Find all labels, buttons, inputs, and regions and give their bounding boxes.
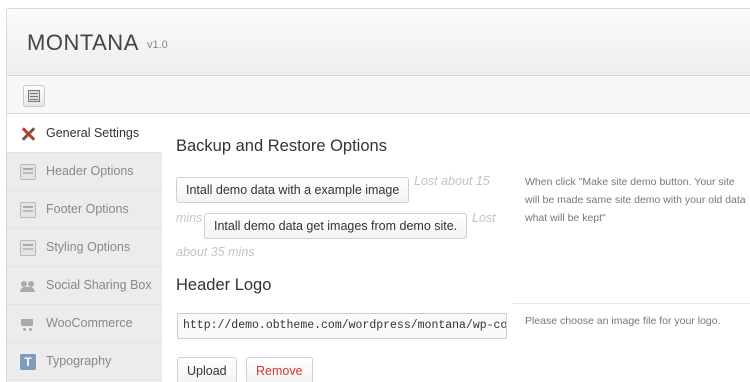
time-hint: about 35 mins — [176, 245, 255, 259]
sidebar-item-woocommerce[interactable]: WooCommerce — [7, 305, 162, 343]
sidebar-item-general-settings[interactable]: General Settings — [7, 115, 163, 153]
tools-icon — [20, 126, 36, 142]
toolbar-button[interactable] — [23, 85, 45, 107]
cart-icon — [20, 316, 36, 332]
sidebar-item-styling-options[interactable]: Styling Options — [7, 229, 162, 267]
people-icon — [20, 278, 36, 294]
app-title: MONTANA — [27, 30, 139, 55]
sidebar-item-label: Styling Options — [46, 240, 131, 254]
typography-icon: T — [20, 354, 36, 370]
header-icon — [20, 164, 36, 180]
backup-description: When click "Make site demo button. Your … — [525, 176, 746, 224]
main-content: Backup and Restore Options Lost about 15… — [163, 115, 750, 382]
sidebar-item-footer-options[interactable]: Footer Options — [7, 191, 162, 229]
toolbar — [7, 77, 750, 114]
sidebar-item-label: Footer Options — [46, 202, 129, 216]
sidebar-item-label: Header Options — [46, 164, 134, 178]
panel-header: MONTANA v1.0 — [7, 9, 750, 76]
backup-section-title: Backup and Restore Options — [176, 137, 387, 155]
sidebar-item-label: Social Sharing Box — [46, 278, 152, 292]
divider — [513, 303, 750, 304]
app-version: v1.0 — [147, 39, 168, 51]
footer-icon — [20, 202, 36, 218]
sidebar-item-label: WooCommerce — [46, 316, 133, 330]
install-demo-example-button[interactable]: Intall demo data with a example image — [176, 177, 410, 203]
logo-description: Please choose an image file for your log… — [525, 315, 721, 327]
sidebar-item-header-options[interactable]: Header Options — [7, 153, 162, 191]
sidebar-item-typography[interactable]: T Typography — [7, 343, 162, 381]
upload-button[interactable]: Upload — [177, 357, 237, 382]
remove-button[interactable]: Remove — [246, 357, 313, 382]
sidebar-item-label: General Settings — [46, 126, 140, 140]
list-icon — [28, 90, 40, 102]
sidebar-item-label: Typography — [46, 354, 112, 368]
time-hint: mins — [176, 211, 203, 225]
sidebar-item-social-sharing-box[interactable]: Social Sharing Box — [7, 267, 162, 305]
logo-url-input[interactable]: http://demo.obtheme.com/wordpress/montan… — [177, 313, 507, 339]
time-hint: Lost — [472, 211, 496, 225]
admin-panel: MONTANA v1.0 General Settings Header Opt… — [6, 8, 750, 382]
styling-icon — [20, 240, 36, 256]
header-logo-title: Header Logo — [176, 276, 272, 294]
install-demo-images-button[interactable]: Intall demo data get images from demo si… — [204, 213, 468, 239]
sidebar: General Settings Header Options Footer O… — [7, 115, 163, 382]
logo-url-value: http://demo.obtheme.com/wordpress/montan… — [183, 319, 507, 332]
time-hint: Lost about 15 — [414, 174, 490, 188]
